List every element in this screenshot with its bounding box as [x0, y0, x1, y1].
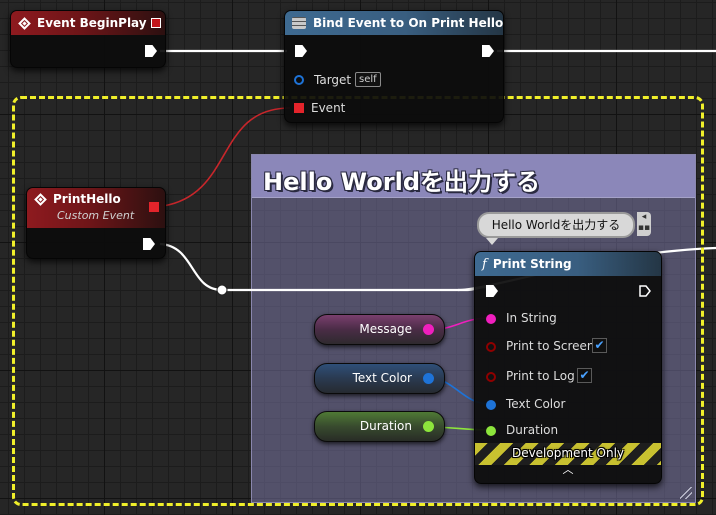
bind-event-icon: [292, 17, 306, 29]
event-diamond-icon: [18, 16, 31, 30]
delegate-output-pin[interactable]: [149, 202, 159, 212]
variable-label: Message: [359, 322, 412, 336]
node-title: PrintHello: [53, 192, 121, 206]
node-header: Event BeginPlay: [11, 11, 165, 35]
exec-output-pin[interactable]: [482, 45, 494, 57]
exec-output-pin[interactable]: [143, 238, 155, 250]
node-comment-bubble[interactable]: Hello Worldを出力する: [477, 212, 635, 238]
comment-bubble-tail: [486, 238, 498, 245]
in-string-label: In String: [506, 311, 557, 325]
blueprint-graph[interactable]: Hello Worldを出力する Event BeginPlay Bind Ev…: [0, 0, 716, 515]
target-label: Target: [314, 73, 352, 87]
print-to-screen-checkbox[interactable]: ✔: [592, 338, 607, 353]
event-beginplay-node[interactable]: Event BeginPlay: [10, 10, 166, 68]
string-output-pin[interactable]: [423, 324, 434, 335]
exec-output-pin[interactable]: [145, 45, 157, 57]
event-label: Event: [311, 101, 346, 115]
node-title: Bind Event to On Print Hello: [313, 16, 504, 30]
target-self-badge: self: [355, 72, 381, 87]
node-title: Event BeginPlay: [37, 16, 147, 30]
print-to-log-pin[interactable]: [486, 372, 496, 382]
bind-event-node[interactable]: Bind Event to On Print Hello Target self…: [284, 10, 504, 123]
in-string-pin[interactable]: [486, 314, 496, 324]
printhello-custom-event-node[interactable]: PrintHello Custom Event: [26, 187, 166, 259]
text-color-variable-node[interactable]: Text Color: [314, 363, 445, 394]
text-color-label: Text Color: [506, 397, 566, 411]
duration-variable-node[interactable]: Duration: [314, 411, 445, 442]
variable-label: Duration: [359, 419, 412, 433]
print-to-log-checkbox[interactable]: ✔: [577, 368, 592, 383]
variable-label: Text Color: [352, 371, 412, 385]
node-header: f Print String: [475, 252, 661, 276]
message-variable-node[interactable]: Message: [314, 314, 445, 345]
node-title: Print String: [492, 257, 572, 271]
chevron-up-icon[interactable]: ︿: [475, 464, 661, 476]
exec-input-pin[interactable]: [486, 285, 498, 297]
exec-input-pin[interactable]: [295, 45, 307, 57]
print-string-node[interactable]: f Print String In String Print to Screen…: [474, 251, 662, 484]
print-to-screen-label: Print to Screen: [506, 339, 595, 353]
text-color-pin[interactable]: [486, 400, 496, 410]
print-to-screen-pin[interactable]: [486, 342, 496, 352]
print-to-log-label: Print to Log: [506, 369, 575, 383]
function-f-icon: f: [482, 256, 487, 272]
development-only-label: Development Only: [511, 446, 625, 460]
event-diamond-icon: [34, 193, 47, 206]
duration-label: Duration: [506, 423, 559, 437]
node-header: PrintHello: [27, 188, 165, 228]
pin-comment-icon[interactable]: ◂ ▪▪: [637, 212, 651, 236]
float-output-pin[interactable]: [423, 421, 434, 432]
target-pin[interactable]: [294, 75, 304, 85]
exec-output-pin[interactable]: [639, 285, 651, 297]
event-delegate-pin[interactable]: [294, 103, 304, 113]
node-subtitle: Custom Event: [57, 209, 135, 222]
delegate-pin-icon[interactable]: [151, 18, 161, 28]
struct-output-pin[interactable]: [423, 373, 434, 384]
node-header: Bind Event to On Print Hello: [285, 11, 503, 35]
duration-pin[interactable]: [486, 426, 496, 436]
